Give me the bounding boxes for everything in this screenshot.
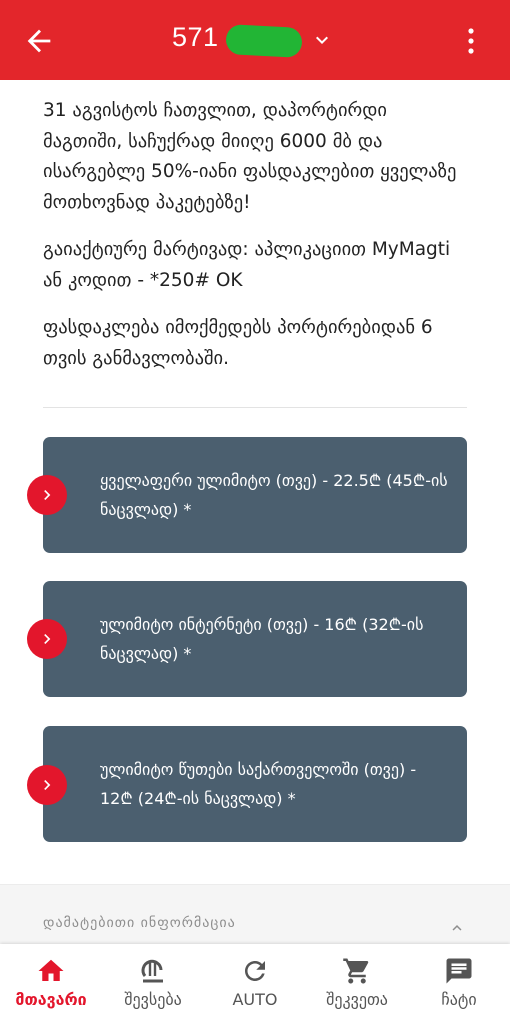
chat-icon: [446, 958, 472, 984]
promo-paragraph: გაიაქტიურე მარტივად: აპლიკაციით MyMagti …: [43, 239, 451, 291]
nav-label: მთავარი: [15, 990, 87, 1009]
promo-paragraph: 31 აგვისტოს ჩათვლით, დაპორტირდი მაგთიში,…: [43, 100, 457, 213]
top-app-bar: 571: [0, 0, 510, 80]
redacted-number-mask: [225, 24, 303, 58]
chevron-right-icon: [44, 634, 51, 644]
promo-paragraph: ფასდაკლება იმოქმედებს პორტირებიდან 6 თვი…: [43, 317, 433, 369]
chevron-up-icon[interactable]: [448, 919, 466, 937]
nav-label: შეკვეთა: [326, 990, 388, 1009]
phone-number-title[interactable]: 571: [172, 22, 219, 53]
nav-item-chat[interactable]: ჩატი: [408, 944, 510, 1024]
offer-arrow-button[interactable]: [27, 475, 67, 515]
nav-item-home[interactable]: მთავარი: [0, 944, 102, 1024]
nav-item-auto[interactable]: AUTO: [204, 944, 306, 1024]
chevron-right-icon: [44, 780, 51, 790]
offer-card-unlimited-minutes[interactable]: ულიმიტო წუთები საქართველოში (თვე) - 12₾ …: [43, 726, 467, 842]
nav-label: ჩატი: [441, 990, 477, 1009]
nav-item-topup[interactable]: შევსება: [102, 944, 204, 1024]
promo-description: 31 აგვისტოს ჩათვლით, დაპორტირდი მაგთიში,…: [43, 96, 468, 391]
offer-card-unlimited-internet[interactable]: ულიმიტო ინტერნეტი (თვე) - 16₾ (32₾-ის ნა…: [43, 581, 467, 697]
home-icon: [38, 959, 64, 981]
back-arrow-icon[interactable]: [22, 24, 56, 58]
refresh-icon: [245, 961, 265, 981]
bottom-navigation: მთავარი შევსება AUTO შეკვეთა ჩატი: [0, 944, 510, 1024]
cart-icon: [343, 958, 369, 984]
chevron-right-icon: [44, 490, 51, 500]
additional-info-section[interactable]: დამატებითი ინფორმაცია: [0, 884, 510, 945]
offer-label: ულიმიტო წუთები საქართველოში (თვე) - 12₾ …: [100, 760, 417, 808]
offer-arrow-button[interactable]: [27, 619, 67, 659]
nav-item-order[interactable]: შეკვეთა: [306, 944, 408, 1024]
lari-icon: [141, 959, 163, 983]
more-vert-icon[interactable]: [462, 26, 480, 56]
nav-label: შევსება: [124, 990, 182, 1009]
offer-label: ყველაფერი ულიმიტო (თვე) - 22.5₾ (45₾-ის …: [100, 471, 448, 519]
chevron-down-icon[interactable]: [310, 28, 334, 52]
offer-arrow-button[interactable]: [27, 765, 67, 805]
divider: [43, 407, 467, 408]
additional-info-label: დამატებითი ინფორმაცია: [43, 915, 236, 931]
offer-label: ულიმიტო ინტერნეტი (თვე) - 16₾ (32₾-ის ნა…: [100, 615, 424, 663]
nav-label: AUTO: [232, 990, 278, 1009]
offer-card-all-unlimited[interactable]: ყველაფერი ულიმიტო (თვე) - 22.5₾ (45₾-ის …: [43, 437, 467, 553]
